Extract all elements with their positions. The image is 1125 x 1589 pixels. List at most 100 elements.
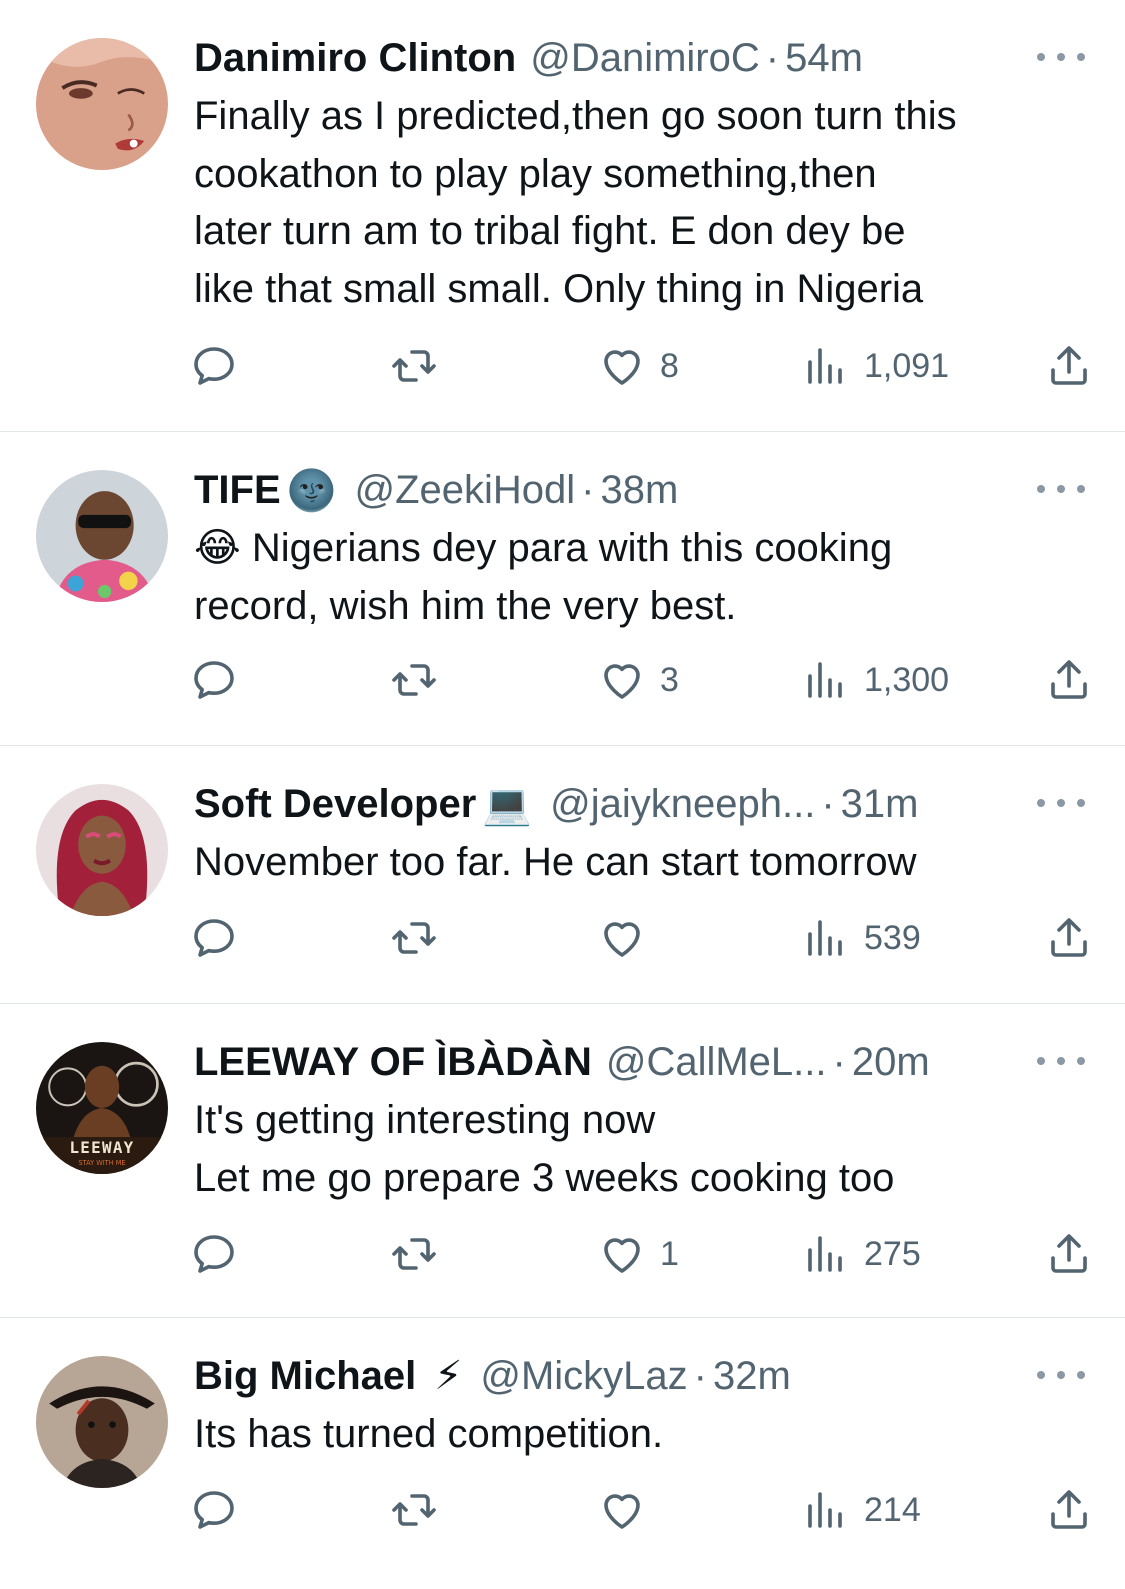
retweet-icon bbox=[392, 1238, 436, 1270]
timestamp[interactable]: 20m bbox=[852, 1040, 930, 1085]
user-handle[interactable]: @MickyLaz bbox=[480, 1354, 687, 1399]
avatar[interactable] bbox=[36, 784, 168, 916]
tweet-text-line: later turn am to tribal fight. E don dey… bbox=[194, 209, 906, 253]
like-button[interactable] bbox=[598, 910, 660, 966]
retweet-button[interactable] bbox=[390, 1482, 438, 1538]
action-bar: 8 1,091 bbox=[194, 338, 1087, 394]
retweet-button[interactable] bbox=[390, 652, 438, 708]
views-button[interactable]: 1,300 bbox=[802, 652, 949, 708]
tweet-text-line: like that small small. Only thing in Nig… bbox=[194, 266, 924, 311]
share-icon bbox=[1051, 346, 1087, 385]
tweet[interactable]: LEEWAY STAY WITH ME LEEWAY OF ÌBÀDÀN @Ca… bbox=[0, 1004, 1125, 1318]
retweet-button[interactable] bbox=[390, 910, 438, 966]
avatar-image: LEEWAY STAY WITH ME bbox=[36, 1042, 168, 1174]
action-bar: 539 bbox=[194, 910, 1087, 966]
user-handle[interactable]: @CallMeL... bbox=[606, 1040, 827, 1085]
tweet-text: November too far. He can start tomorrow bbox=[194, 834, 1085, 892]
views-icon bbox=[808, 920, 842, 956]
more-icon[interactable] bbox=[1037, 42, 1085, 72]
reply-button[interactable] bbox=[190, 910, 238, 966]
heart-icon bbox=[604, 350, 640, 385]
tweet[interactable]: Soft Developer 💻 @jaiykneeph... · 31m No… bbox=[0, 746, 1125, 1004]
views-button[interactable]: 1,091 bbox=[802, 338, 949, 394]
view-count: 275 bbox=[864, 1234, 921, 1273]
tweet-text-line: It's getting interesting now bbox=[194, 1098, 656, 1142]
avatar[interactable] bbox=[36, 1356, 168, 1488]
more-icon[interactable] bbox=[1037, 1046, 1085, 1076]
more-icon[interactable] bbox=[1037, 1360, 1085, 1390]
reply-button[interactable] bbox=[190, 1226, 238, 1282]
user-handle[interactable]: @jaiykneeph... bbox=[550, 782, 815, 827]
user-handle[interactable]: @ZeekiHodl bbox=[354, 468, 575, 513]
tweet-text: Finally as I predicted,then go soon turn… bbox=[194, 88, 1085, 318]
retweet-icon bbox=[392, 350, 436, 382]
avatar-image bbox=[36, 784, 168, 916]
retweet-button[interactable] bbox=[390, 338, 438, 394]
timestamp[interactable]: 54m bbox=[785, 36, 863, 81]
avatar-label: LEEWAY bbox=[69, 1138, 134, 1157]
tweet-text-line: 😂 Nigerians dey para with this cooking bbox=[194, 526, 893, 570]
view-count: 1,300 bbox=[864, 660, 950, 699]
tweet-text-line: Let me go prepare 3 weeks cooking too bbox=[194, 1155, 895, 1200]
share-button[interactable] bbox=[1045, 1482, 1093, 1538]
views-button[interactable]: 539 bbox=[802, 910, 921, 966]
tweet-text-line: record, wish him the very best. bbox=[194, 583, 737, 628]
like-button[interactable]: 3 bbox=[598, 652, 679, 708]
reply-button[interactable] bbox=[190, 338, 238, 394]
views-button[interactable]: 214 bbox=[802, 1482, 921, 1538]
views-button[interactable]: 275 bbox=[802, 1226, 921, 1282]
reply-icon bbox=[194, 919, 234, 957]
like-button[interactable]: 1 bbox=[598, 1226, 679, 1282]
avatar[interactable] bbox=[36, 470, 168, 602]
tweet-text-line: November too far. He can start tomorrow bbox=[194, 840, 917, 884]
more-icon[interactable] bbox=[1037, 788, 1085, 818]
tweet[interactable]: Big Michael ⚡ @MickyLaz · 32m Its has tu… bbox=[0, 1318, 1125, 1589]
retweet-icon bbox=[392, 664, 436, 696]
user-handle[interactable]: @DanimiroC bbox=[530, 36, 760, 81]
views-icon bbox=[808, 1492, 842, 1528]
reply-icon bbox=[194, 1235, 234, 1273]
separator-dot: · bbox=[693, 1353, 707, 1398]
display-name[interactable]: Danimiro Clinton bbox=[194, 36, 516, 81]
display-name[interactable]: Soft Developer bbox=[194, 782, 476, 827]
display-name[interactable]: Big Michael bbox=[194, 1354, 416, 1399]
avatar[interactable]: LEEWAY STAY WITH ME bbox=[36, 1042, 168, 1174]
views-icon bbox=[808, 348, 842, 384]
timestamp[interactable]: 31m bbox=[841, 782, 919, 827]
more-icon[interactable] bbox=[1037, 474, 1085, 504]
retweet-icon bbox=[392, 1494, 436, 1526]
separator-dot: · bbox=[821, 781, 835, 826]
like-count: 1 bbox=[660, 1234, 679, 1273]
action-bar: 3 1,300 bbox=[194, 652, 1087, 708]
like-button[interactable]: 8 bbox=[598, 338, 679, 394]
tweet-text-line: Its has turned competition. bbox=[194, 1412, 664, 1456]
view-count: 214 bbox=[864, 1490, 921, 1529]
avatar[interactable] bbox=[36, 38, 168, 170]
share-button[interactable] bbox=[1045, 1226, 1093, 1282]
like-count: 8 bbox=[660, 346, 679, 385]
heart-icon bbox=[604, 1494, 640, 1529]
share-button[interactable] bbox=[1045, 338, 1093, 394]
heart-icon bbox=[604, 1238, 640, 1273]
tweet-text-line: Finally as I predicted,then go soon turn… bbox=[194, 94, 957, 138]
display-name[interactable]: LEEWAY OF ÌBÀDÀN bbox=[194, 1040, 592, 1085]
avatar-sublabel: STAY WITH ME bbox=[78, 1159, 125, 1167]
display-name[interactable]: TIFE bbox=[194, 468, 281, 513]
timestamp[interactable]: 38m bbox=[601, 468, 679, 513]
reply-button[interactable] bbox=[190, 1482, 238, 1538]
reply-button[interactable] bbox=[190, 652, 238, 708]
retweet-icon bbox=[392, 922, 436, 954]
separator-dot: · bbox=[765, 35, 780, 80]
reply-icon bbox=[194, 1491, 234, 1529]
tweet[interactable]: Danimiro Clinton @DanimiroC · 54m Finall… bbox=[0, 0, 1125, 432]
reply-icon bbox=[194, 347, 234, 385]
share-button[interactable] bbox=[1045, 910, 1093, 966]
tweet-text-line: cookathon to play play something,then bbox=[194, 151, 877, 196]
tweet[interactable]: TIFE 🌚 @ZeekiHodl · 38m 😂 Nigerians dey … bbox=[0, 432, 1125, 746]
like-button[interactable] bbox=[598, 1482, 660, 1538]
retweet-button[interactable] bbox=[390, 1226, 438, 1282]
share-button[interactable] bbox=[1045, 652, 1093, 708]
timestamp[interactable]: 32m bbox=[713, 1354, 791, 1399]
tweet-text: 😂 Nigerians dey para with this cooking r… bbox=[194, 520, 1085, 635]
avatar-image bbox=[36, 1356, 168, 1488]
